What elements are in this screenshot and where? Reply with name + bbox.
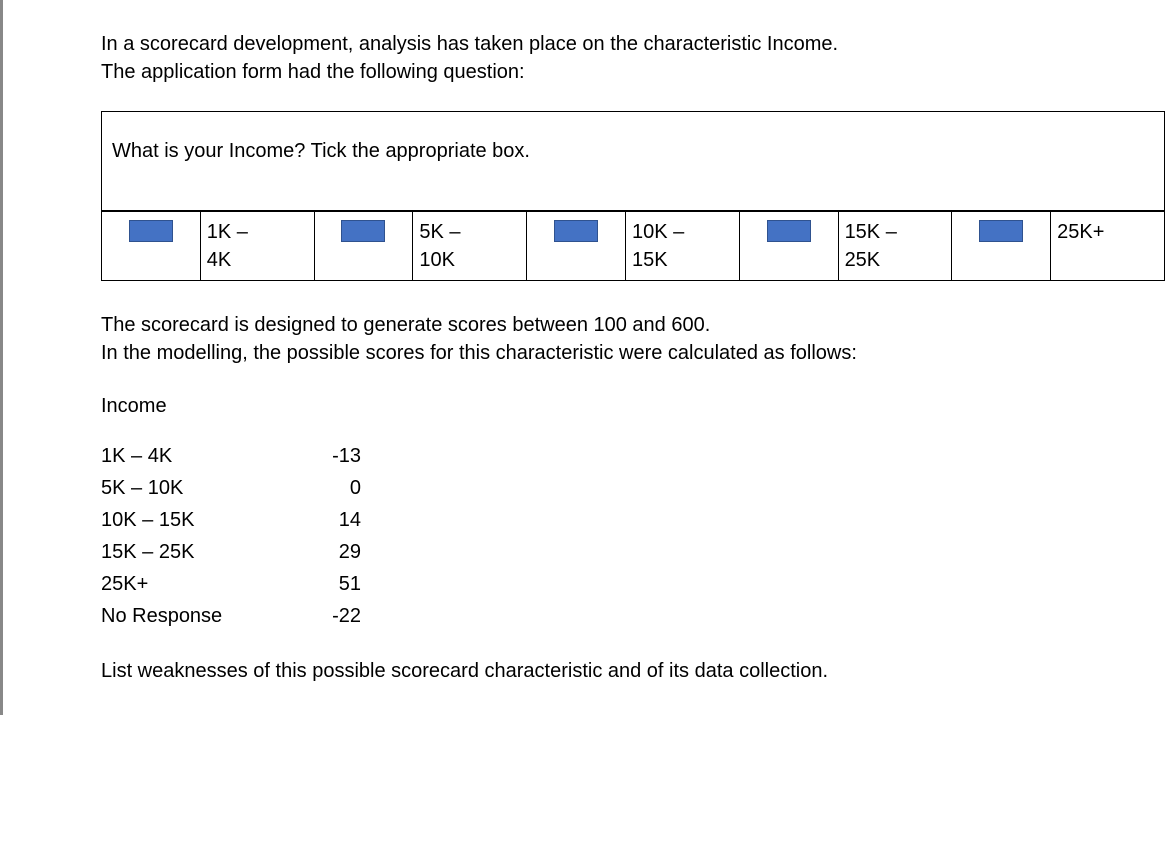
score-value: 51 — [301, 568, 361, 600]
option-label-line2: 15K — [632, 246, 731, 274]
after-line1: The scorecard is designed to generate sc… — [101, 311, 1135, 339]
tickbox-icon[interactable] — [767, 220, 811, 242]
score-category: 1K – 4K — [101, 440, 301, 472]
score-category: 25K+ — [101, 568, 301, 600]
option-label-line1: 1K – — [207, 218, 306, 246]
score-category: 15K – 25K — [101, 536, 301, 568]
intro-text: In a scorecard development, analysis has… — [101, 30, 1135, 86]
options-table: 1K – 4K 5K – 10K 10K – 15K 15K – — [101, 211, 1165, 281]
intro-line2: The application form had the following q… — [101, 58, 1135, 86]
tickbox-icon[interactable] — [979, 220, 1023, 242]
option-label-cell: 1K – 4K — [200, 212, 314, 281]
table-row: 25K+ 51 — [101, 568, 361, 600]
option-label-line1: 10K – — [632, 218, 731, 246]
score-value: 0 — [301, 472, 361, 504]
option-box-cell — [952, 212, 1051, 281]
score-value: 29 — [301, 536, 361, 568]
tickbox-icon[interactable] — [554, 220, 598, 242]
option-box-cell — [102, 212, 201, 281]
tickbox-icon[interactable] — [341, 220, 385, 242]
tickbox-icon[interactable] — [129, 220, 173, 242]
option-label-cell: 25K+ — [1051, 212, 1165, 281]
option-label-cell: 10K – 15K — [625, 212, 739, 281]
option-label-cell: 15K – 25K — [838, 212, 952, 281]
score-value: -13 — [301, 440, 361, 472]
table-row: 10K – 15K 14 — [101, 504, 361, 536]
score-value: -22 — [301, 600, 361, 632]
table-row: No Response -22 — [101, 600, 361, 632]
option-label-line1: 25K+ — [1057, 218, 1156, 246]
after-line2: In the modelling, the possible scores fo… — [101, 339, 1135, 367]
options-row: 1K – 4K 5K – 10K 10K – 15K 15K – — [102, 212, 1165, 281]
option-box-cell — [314, 212, 413, 281]
table-row: 1K – 4K -13 — [101, 440, 361, 472]
option-label-line2: 10K — [419, 246, 518, 274]
task-text: List weaknesses of this possible scoreca… — [101, 657, 1135, 685]
question-text: What is your Income? Tick the appropriat… — [112, 137, 1154, 165]
option-label-line1: 15K – — [845, 218, 944, 246]
option-box-cell — [527, 212, 626, 281]
option-label-line2: 25K — [845, 246, 944, 274]
income-heading: Income — [101, 392, 1135, 420]
option-label-line2: 4K — [207, 246, 306, 274]
score-table: 1K – 4K -13 5K – 10K 0 10K – 15K 14 15K … — [101, 440, 361, 632]
score-category: 10K – 15K — [101, 504, 301, 536]
option-box-cell — [739, 212, 838, 281]
score-category: No Response — [101, 600, 301, 632]
question-box: What is your Income? Tick the appropriat… — [101, 111, 1165, 211]
option-label-cell: 5K – 10K — [413, 212, 527, 281]
score-category: 5K – 10K — [101, 472, 301, 504]
table-row: 15K – 25K 29 — [101, 536, 361, 568]
score-value: 14 — [301, 504, 361, 536]
intro-line1: In a scorecard development, analysis has… — [101, 30, 1135, 58]
table-row: 5K – 10K 0 — [101, 472, 361, 504]
after-text: The scorecard is designed to generate sc… — [101, 311, 1135, 367]
option-label-line1: 5K – — [419, 218, 518, 246]
